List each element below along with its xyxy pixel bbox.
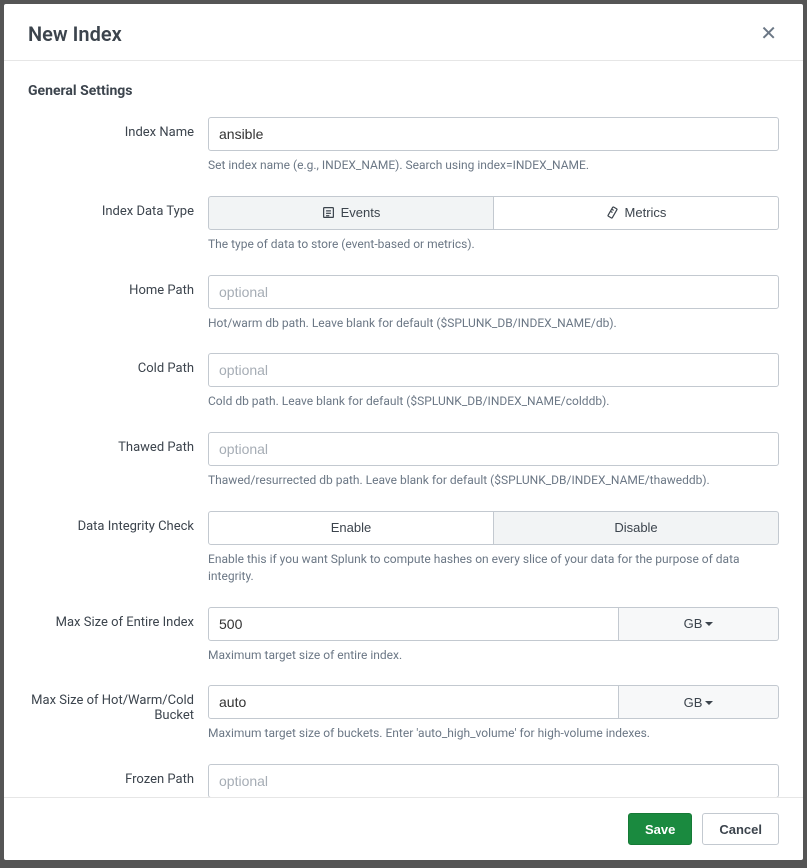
label-data-integrity: Data Integrity Check [28,511,208,585]
chevron-down-icon [705,701,713,705]
label-cold-path: Cold Path [28,353,208,410]
help-home-path: Hot/warm db path. Leave blank for defaul… [208,315,779,332]
data-integrity-group: Enable Disable [208,511,779,545]
metrics-icon [606,206,619,219]
label-thawed-path: Thawed Path [28,432,208,489]
home-path-input[interactable] [208,275,779,309]
section-general-settings: General Settings [28,83,779,99]
modal-title: New Index [28,22,122,46]
row-cold-path: Cold Path Cold db path. Leave blank for … [28,353,779,410]
index-name-input[interactable] [208,117,779,151]
new-index-modal: New Index ✕ General Settings Index Name … [4,4,803,860]
modal-header: New Index ✕ [4,4,803,61]
help-thawed-path: Thawed/resurrected db path. Leave blank … [208,472,779,489]
label-max-size-bucket: Max Size of Hot/Warm/Cold Bucket [28,685,208,742]
events-icon [322,206,335,219]
max-size-entire-input[interactable] [208,607,619,641]
help-max-size-entire: Maximum target size of entire index. [208,647,779,664]
help-cold-path: Cold db path. Leave blank for default ($… [208,393,779,410]
label-home-path: Home Path [28,275,208,332]
row-max-size-entire: Max Size of Entire Index GB Maximum targ… [28,607,779,664]
max-size-bucket-input[interactable] [208,685,619,719]
close-button[interactable]: ✕ [758,22,779,46]
max-size-entire-unit-button[interactable]: GB [619,607,779,641]
save-button[interactable]: Save [628,813,692,845]
label-frozen-path: Frozen Path [28,764,208,797]
help-index-data-type: The type of data to store (event-based o… [208,236,779,253]
label-index-name: Index Name [28,117,208,174]
chevron-down-icon [705,622,713,626]
max-size-bucket-unit-button[interactable]: GB [619,685,779,719]
integrity-disable-button[interactable]: Disable [494,511,779,545]
cancel-button[interactable]: Cancel [702,813,779,845]
help-max-size-bucket: Maximum target size of buckets. Enter 'a… [208,725,779,742]
close-icon: ✕ [760,23,777,45]
data-type-events-button[interactable]: Events [208,196,494,230]
modal-body[interactable]: General Settings Index Name Set index na… [4,61,803,797]
label-index-data-type: Index Data Type [28,196,208,253]
row-index-data-type: Index Data Type Events Metrics The type … [28,196,779,253]
row-max-size-bucket: Max Size of Hot/Warm/Cold Bucket GB Maxi… [28,685,779,742]
modal-footer: Save Cancel [4,797,803,860]
row-data-integrity: Data Integrity Check Enable Disable Enab… [28,511,779,585]
integrity-enable-button[interactable]: Enable [208,511,494,545]
thawed-path-input[interactable] [208,432,779,466]
cold-path-input[interactable] [208,353,779,387]
row-thawed-path: Thawed Path Thawed/resurrected db path. … [28,432,779,489]
row-frozen-path: Frozen Path Frozen bucket archive path. … [28,764,779,797]
row-home-path: Home Path Hot/warm db path. Leave blank … [28,275,779,332]
data-type-metrics-button[interactable]: Metrics [494,196,779,230]
help-data-integrity: Enable this if you want Splunk to comput… [208,551,779,585]
index-data-type-group: Events Metrics [208,196,779,230]
row-index-name: Index Name Set index name (e.g., INDEX_N… [28,117,779,174]
frozen-path-input[interactable] [208,764,779,797]
help-index-name: Set index name (e.g., INDEX_NAME). Searc… [208,157,779,174]
label-max-size-entire: Max Size of Entire Index [28,607,208,664]
